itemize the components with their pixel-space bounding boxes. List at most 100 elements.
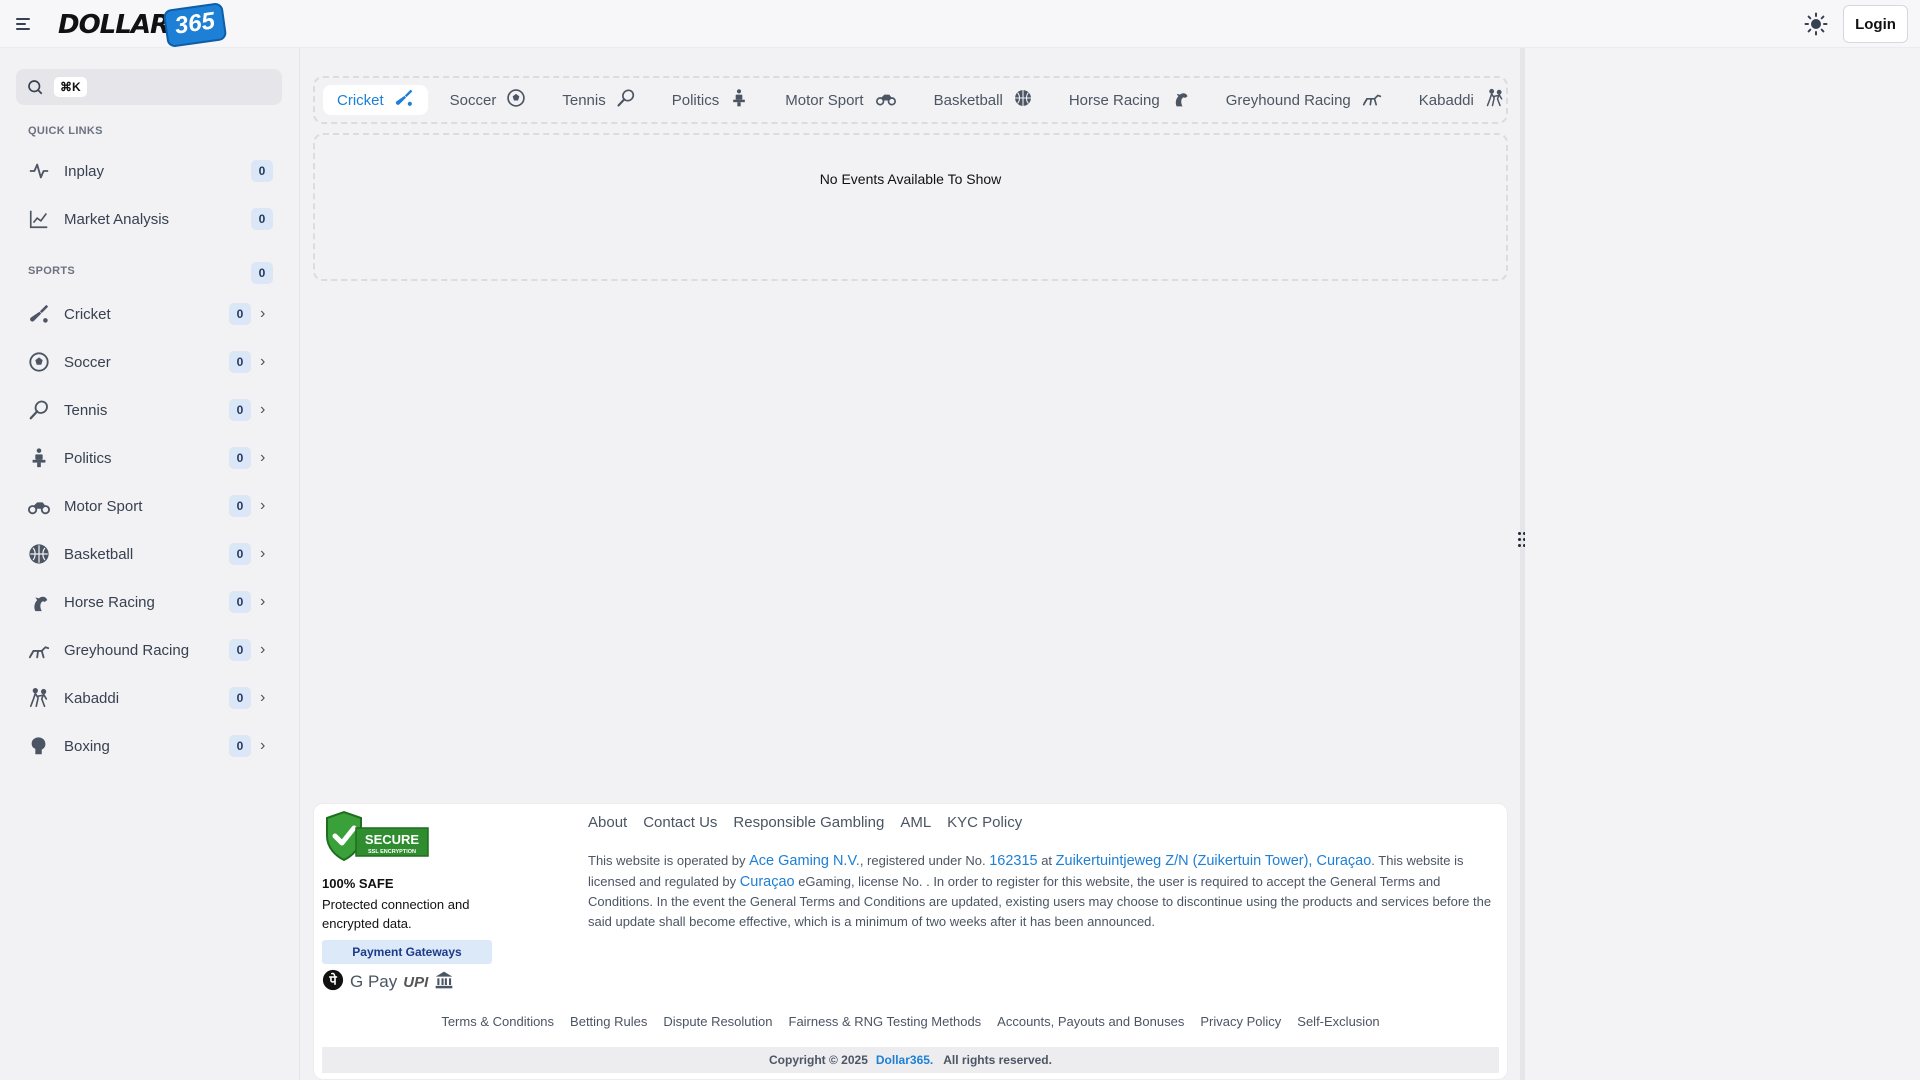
google-pay-icon: G Pay	[350, 972, 398, 991]
search-input[interactable]: ⌘K	[16, 69, 282, 105]
legal-part: at	[1037, 853, 1056, 868]
upi-icon: UPI	[403, 973, 429, 991]
sports-tabs: Cricket Soccer Tennis Politics Motor Spo…	[313, 76, 1508, 124]
tab-label: Kabaddi	[1418, 91, 1474, 109]
sports-count-badge: 0	[251, 262, 273, 284]
count-badge: 0	[229, 351, 251, 373]
footer-link-kyc-policy[interactable]: KYC Policy	[947, 814, 1022, 831]
link-fairness-rng[interactable]: Fairness & RNG Testing Methods	[789, 1014, 982, 1029]
bank-icon	[434, 970, 454, 995]
sidebar-item-market-analysis[interactable]: Market Analysis 0	[16, 199, 284, 239]
footer-link-responsible-gambling[interactable]: Responsible Gambling	[733, 814, 884, 831]
menu-icon[interactable]	[16, 14, 36, 34]
logo-text: DOLLAR	[58, 10, 170, 40]
sidebar-item-politics[interactable]: Politics 0 ›	[16, 438, 284, 478]
chevron-right-icon: ›	[260, 689, 266, 706]
regulator-link[interactable]: Curaçao	[740, 874, 795, 890]
soccer-ball-icon	[506, 88, 526, 113]
horse-icon	[28, 591, 50, 613]
tab-label: Horse Racing	[1068, 91, 1160, 109]
greyhound-icon	[28, 639, 50, 661]
sidebar-item-label: Motor Sport	[64, 497, 143, 515]
count-badge: 0	[229, 639, 251, 661]
count-badge: 0	[229, 495, 251, 517]
tab-greyhound-racing[interactable]: Greyhound Racing	[1212, 85, 1397, 115]
sidebar-item-cricket[interactable]: Cricket 0 ›	[16, 294, 284, 334]
payment-gateways-button[interactable]: Payment Gateways	[322, 940, 492, 964]
login-button[interactable]: Login	[1843, 5, 1908, 43]
tennis-racket-icon	[616, 88, 636, 113]
tab-label: Motor Sport	[785, 91, 864, 109]
svg-text:पे: पे	[328, 972, 337, 988]
tab-label: Politics	[671, 91, 720, 109]
link-betting-rules[interactable]: Betting Rules	[570, 1014, 647, 1029]
motorcycle-icon	[28, 495, 50, 517]
link-privacy-policy[interactable]: Privacy Policy	[1200, 1014, 1281, 1029]
sidebar-item-label: Market Analysis	[64, 210, 170, 228]
sidebar-item-boxing[interactable]: Boxing 0 ›	[16, 726, 284, 766]
address-link[interactable]: Zuikertuintjeweg Z/N (Zuikertuin Tower),…	[1056, 853, 1372, 869]
sidebar-item-tennis[interactable]: Tennis 0 ›	[16, 390, 284, 430]
tennis-racket-icon	[28, 399, 50, 421]
footer-link-aml[interactable]: AML	[900, 814, 931, 831]
logo-badge: 365	[162, 2, 228, 48]
copyright-text: Copyright © 2025	[769, 1053, 868, 1067]
tab-label: Greyhound Racing	[1225, 91, 1351, 109]
sidebar-item-soccer[interactable]: Soccer 0 ›	[16, 342, 284, 382]
kabaddi-icon	[1484, 88, 1506, 113]
registration-link[interactable]: 162315	[989, 853, 1037, 869]
legal-text: This website is operated by Ace Gaming N…	[588, 851, 1500, 931]
basketball-icon	[28, 543, 50, 565]
dollar365-logo[interactable]: DOLLAR 365	[58, 2, 228, 48]
brand-link[interactable]: Dollar365.	[876, 1053, 933, 1067]
basketball-icon	[1013, 88, 1033, 113]
tab-politics[interactable]: Politics	[658, 85, 764, 115]
count-badge: 0	[229, 447, 251, 469]
events-panel: No Events Available To Show	[313, 133, 1508, 281]
count-badge: 0	[229, 591, 251, 613]
footer-link-contact-us[interactable]: Contact Us	[643, 814, 717, 831]
sidebar-item-motor-sport[interactable]: Motor Sport 0 ›	[16, 486, 284, 526]
sidebar-item-inplay[interactable]: Inplay 0	[16, 151, 284, 191]
sports-title: SPORTS	[28, 265, 76, 277]
tab-motor-sport[interactable]: Motor Sport	[771, 85, 911, 115]
company-link[interactable]: Ace Gaming N.V.	[749, 853, 860, 869]
sidebar-item-label: Horse Racing	[64, 593, 155, 611]
search-shortcut-kbd: ⌘K	[54, 77, 87, 97]
phonepe-icon: पे	[322, 969, 344, 996]
link-terms-conditions[interactable]: Terms & Conditions	[441, 1014, 554, 1029]
sidebar-item-kabaddi[interactable]: Kabaddi 0 ›	[16, 678, 284, 718]
tab-soccer[interactable]: Soccer	[436, 85, 541, 115]
sidebar-item-greyhound-racing[interactable]: Greyhound Racing 0 ›	[16, 630, 284, 670]
secure-badge-subtext: SSL ENCRYPTION	[368, 849, 416, 855]
payment-icons: पे G Pay UPI	[322, 969, 454, 996]
sidebar-item-label: Cricket	[64, 305, 111, 323]
chevron-right-icon: ›	[260, 497, 266, 514]
chevron-right-icon: ›	[260, 641, 266, 658]
politics-icon	[729, 88, 749, 113]
chevron-right-icon: ›	[260, 545, 266, 562]
copyright-bar: Copyright © 2025 Dollar365. All rights r…	[322, 1047, 1499, 1073]
link-accounts-payouts[interactable]: Accounts, Payouts and Bonuses	[997, 1014, 1184, 1029]
horse-icon	[1170, 88, 1190, 113]
tab-label: Cricket	[337, 91, 384, 109]
main-content: Cricket Soccer Tennis Politics Motor Spo…	[300, 48, 1520, 1080]
tab-horse-racing[interactable]: Horse Racing	[1055, 85, 1204, 115]
tab-cricket[interactable]: Cricket	[323, 85, 428, 115]
sidebar-item-horse-racing[interactable]: Horse Racing 0 ›	[16, 582, 284, 622]
sidebar-item-basketball[interactable]: Basketball 0 ›	[16, 534, 284, 574]
sidebar-item-label: Tennis	[64, 401, 108, 419]
link-dispute-resolution[interactable]: Dispute Resolution	[663, 1014, 772, 1029]
tab-kabaddi[interactable]: Kabaddi	[1405, 85, 1520, 115]
tab-basketball[interactable]: Basketball	[920, 85, 1047, 115]
theme-toggle-sun-icon[interactable]	[1804, 12, 1828, 36]
tab-tennis[interactable]: Tennis	[548, 85, 649, 115]
copyright-suffix: All rights reserved.	[943, 1053, 1052, 1067]
sidebar-item-label: Boxing	[64, 737, 110, 755]
footer-link-about[interactable]: About	[588, 814, 627, 831]
no-events-message: No Events Available To Show	[819, 171, 1002, 187]
link-self-exclusion[interactable]: Self-Exclusion	[1297, 1014, 1379, 1029]
count-badge: 0	[229, 303, 251, 325]
chart-line-icon	[28, 208, 50, 230]
sidebar-item-label: Greyhound Racing	[64, 641, 190, 659]
